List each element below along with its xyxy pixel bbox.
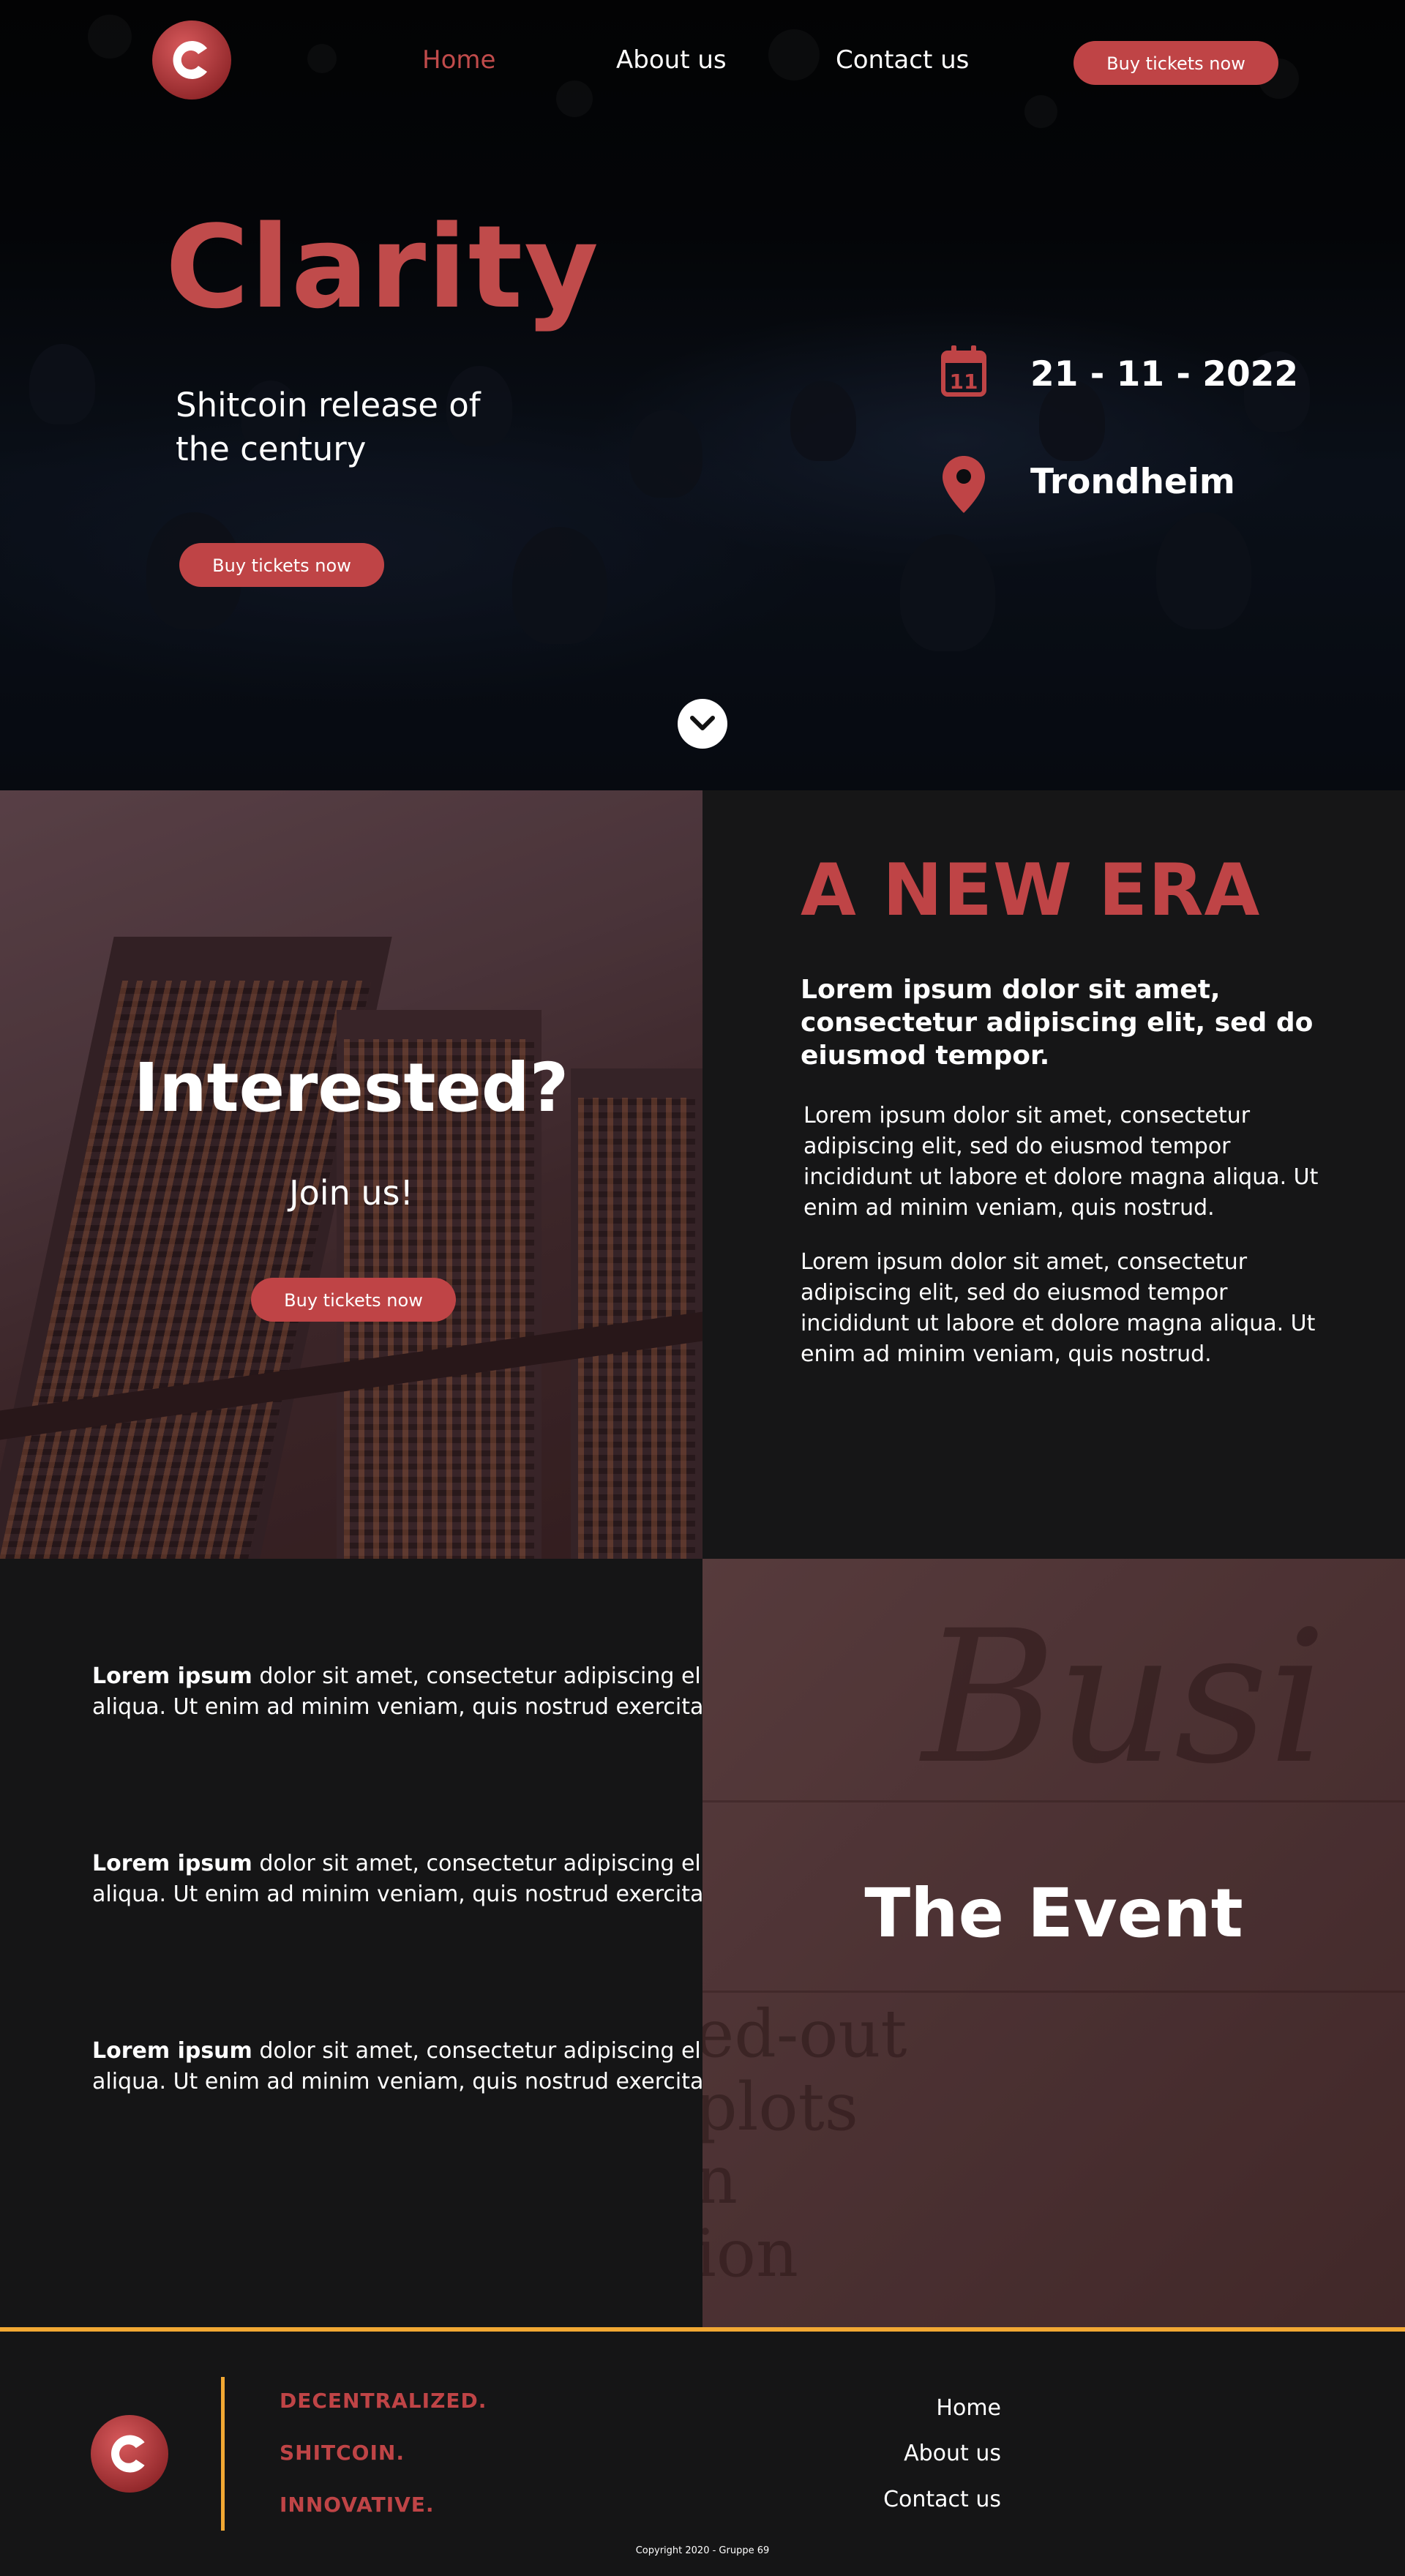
footer-tagline: INNOVATIVE. (280, 2493, 435, 2517)
footer (0, 2332, 1405, 2576)
nav-link-contact[interactable]: Contact us (836, 45, 969, 75)
lorem-block-bold: Lorem ipsum (92, 1663, 252, 1689)
footer-divider (221, 2377, 225, 2531)
nav-link-about[interactable]: About us (616, 45, 727, 75)
footer-logo[interactable] (91, 2415, 168, 2493)
lorem-block-bold: Lorem ipsum (92, 1851, 252, 1876)
hero-buy-tickets-button[interactable]: Buy tickets now (179, 543, 384, 587)
footer-link-about[interactable]: About us (904, 2441, 1001, 2467)
hero-title: Clarity (165, 201, 600, 334)
footer-tagline: SHITCOIN. (280, 2441, 405, 2465)
the-event-heading: The Event (864, 1874, 1243, 1952)
location-pin-icon (943, 456, 985, 513)
new-era-title: A NEW ERA (801, 849, 1261, 932)
footer-link-contact[interactable]: Contact us (883, 2487, 1001, 2513)
hero-subtitle: Shitcoin release of the century (176, 386, 481, 468)
new-era-lead: Lorem ipsum dolor sit amet, consectetur … (801, 975, 1314, 1071)
interest-buy-tickets-button[interactable]: Buy tickets now (251, 1278, 456, 1322)
calendar-icon: 11 (941, 345, 986, 397)
nav-link-home[interactable]: Home (422, 45, 495, 75)
event-date: 21 - 11 - 2022 (1030, 354, 1299, 394)
scroll-down-button[interactable] (678, 699, 727, 749)
footer-tagline: DECENTRALIZED. (280, 2389, 487, 2413)
interested-heading: Interested? (133, 1049, 569, 1127)
new-era-paragraph: Lorem ipsum dolor sit amet, consectetur … (801, 1249, 1316, 1367)
brand-logo[interactable] (152, 20, 231, 100)
copyright-text: Copyright 2020 - Gruppe 69 (635, 2545, 770, 2556)
lorem-block-bold: Lorem ipsum (92, 2038, 252, 2064)
join-us-heading: Join us! (289, 1173, 413, 1213)
footer-link-home[interactable]: Home (936, 2395, 1001, 2422)
new-era-paragraph: Lorem ipsum dolor sit amet, consectetur … (803, 1103, 1319, 1221)
event-location: Trondheim (1030, 462, 1235, 502)
svg-text:11: 11 (950, 370, 978, 394)
nav-buy-tickets-button[interactable]: Buy tickets now (1074, 41, 1278, 85)
chevron-down-icon (690, 716, 715, 730)
